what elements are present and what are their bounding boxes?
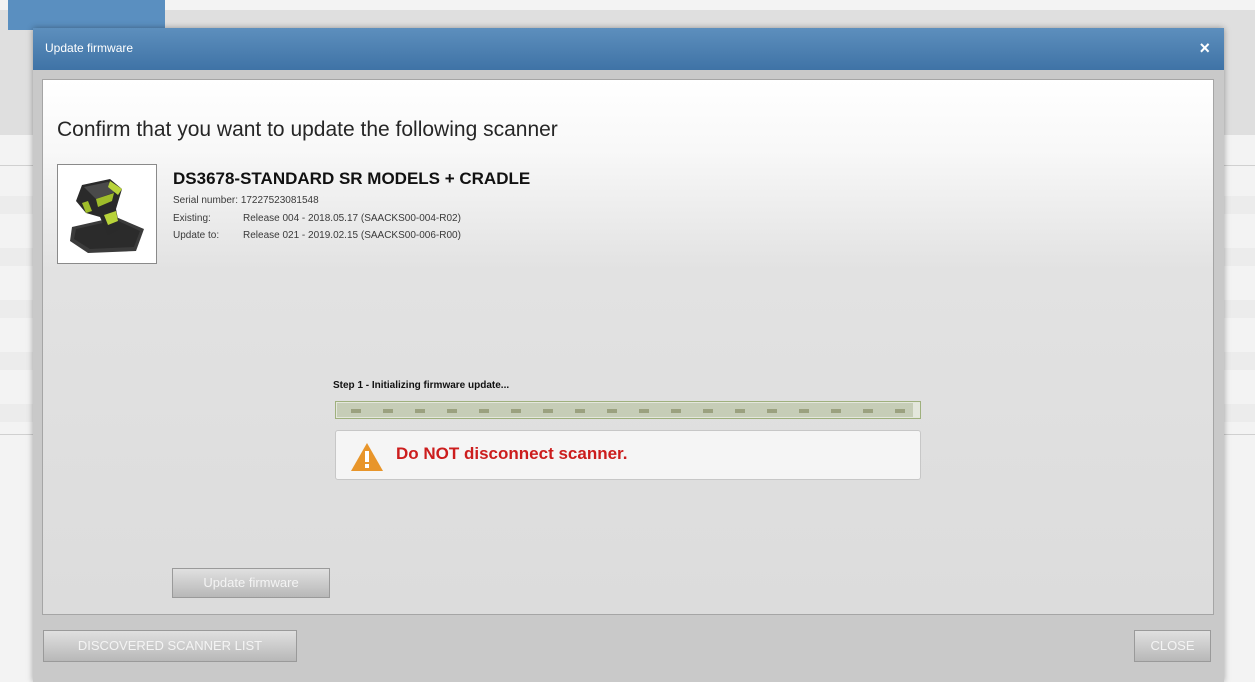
serial-label: Serial number: (173, 195, 239, 206)
progress-fill (337, 403, 914, 417)
warning-box: Do NOT disconnect scanner. (335, 430, 921, 480)
existing-value: Release 004 - 2018.05.17 (SAACKS00-004-R… (243, 213, 461, 224)
close-icon[interactable]: × (1199, 38, 1210, 59)
existing-row: Existing: Release 004 - 2018.05.17 (SAACK… (173, 213, 461, 224)
existing-label: Existing: (173, 213, 211, 224)
warning-text: Do NOT disconnect scanner. (396, 444, 628, 463)
scanner-model: DS3678-STANDARD SR MODELS + CRADLE (173, 169, 531, 188)
update-firmware-button[interactable]: Update firmware (172, 568, 330, 598)
firmware-progress-bar (335, 401, 921, 419)
dialog-title: Update firmware (45, 41, 134, 55)
dialog-titlebar: Update firmware × (33, 28, 1224, 70)
update-to-value: Release 021 - 2019.02.15 (SAACKS00-006-R… (243, 230, 461, 241)
discovered-scanner-list-button[interactable]: DISCOVERED SCANNER LIST (43, 630, 297, 662)
close-button[interactable]: CLOSE (1134, 630, 1211, 662)
confirm-heading: Confirm that you want to update the foll… (57, 118, 558, 141)
update-to-row: Update to: Release 021 - 2019.02.15 (SAAC… (173, 230, 461, 241)
background-active-tab (8, 0, 165, 30)
screen: Update firmware × Confirm that you want … (0, 0, 1255, 682)
step-label: Step 1 - Initializing firmware update... (333, 380, 510, 391)
update-to-label: Update to: (173, 230, 220, 241)
dialog-content: Confirm that you want to update the foll… (42, 79, 1214, 615)
barcode-scanner-icon (57, 164, 157, 264)
update-firmware-dialog: Update firmware × Confirm that you want … (33, 28, 1224, 682)
serial-value: 17227523081548 (240, 195, 319, 206)
serial-row: Serial number: 17227523081548 (173, 195, 319, 206)
warning-triangle-icon (351, 443, 383, 471)
